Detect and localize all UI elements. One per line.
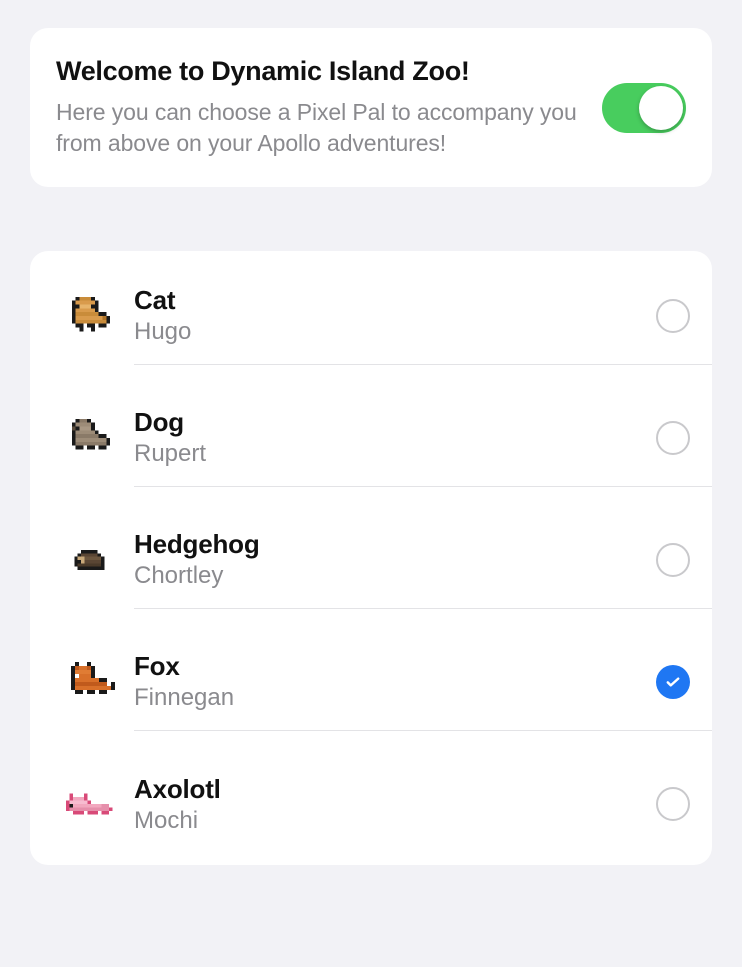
cat-icon (68, 293, 114, 339)
pal-list: Cat Hugo (30, 251, 712, 865)
list-item-hedgehog[interactable]: Hedgehog Chortley (30, 499, 712, 621)
select-radio-cat[interactable] (656, 299, 690, 333)
select-radio-hedgehog[interactable] (656, 543, 690, 577)
enable-toggle[interactable] (602, 83, 686, 133)
hedgehog-icon (71, 540, 111, 580)
intro-description: Here you can choose a Pixel Pal to accom… (56, 97, 582, 159)
list-item-cat[interactable]: Cat Hugo (30, 255, 712, 377)
list-item-dog[interactable]: Dog Rupert (30, 377, 712, 499)
list-item-axolotl[interactable]: Axolotl Mochi (30, 743, 712, 865)
pal-species-label: Dog (134, 407, 656, 438)
toggle-knob (639, 86, 683, 130)
pal-name-label: Rupert (134, 440, 656, 468)
pal-species-label: Fox (134, 651, 656, 682)
pal-name-label: Hugo (134, 318, 656, 346)
select-radio-dog[interactable] (656, 421, 690, 455)
fox-icon (67, 658, 115, 706)
dog-icon (68, 415, 114, 461)
select-radio-fox[interactable] (656, 665, 690, 699)
pal-species-label: Cat (134, 285, 656, 316)
pal-species-label: Axolotl (134, 774, 656, 805)
intro-title: Welcome to Dynamic Island Zoo! (56, 56, 582, 87)
list-item-fox[interactable]: Fox Finnegan (30, 621, 712, 743)
pal-name-label: Mochi (134, 807, 656, 835)
axolotl-icon (66, 782, 116, 826)
pal-name-label: Finnegan (134, 684, 656, 712)
intro-card: Welcome to Dynamic Island Zoo! Here you … (30, 28, 712, 187)
select-radio-axolotl[interactable] (656, 787, 690, 821)
pal-name-label: Chortley (134, 562, 656, 590)
pal-species-label: Hedgehog (134, 529, 656, 560)
